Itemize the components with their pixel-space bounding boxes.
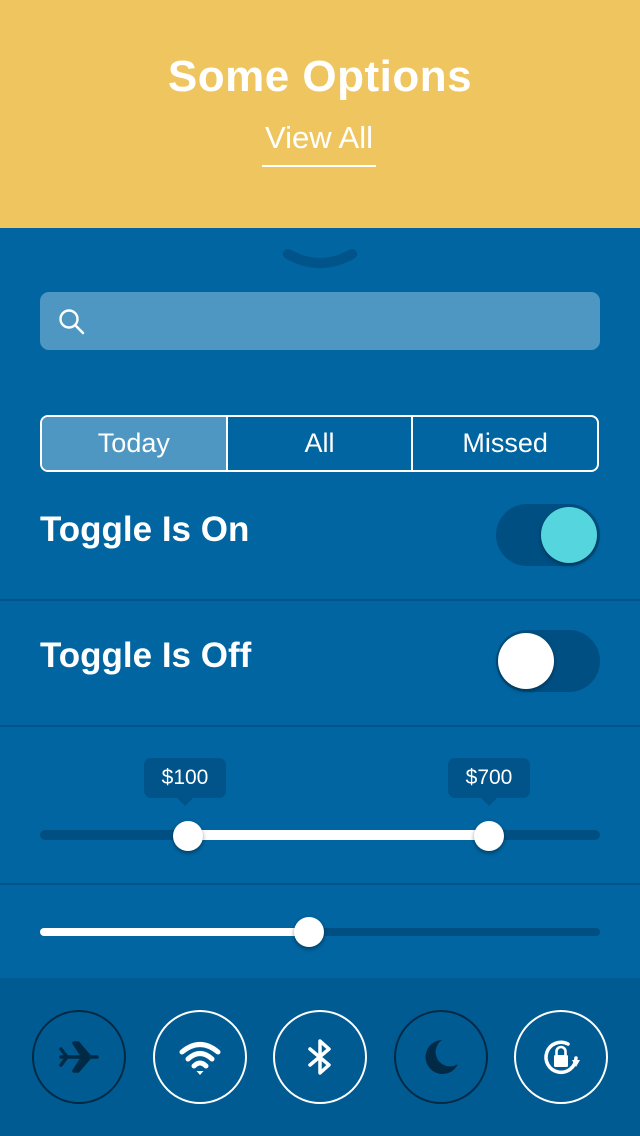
divider: [0, 599, 640, 601]
toggle-knob: [541, 507, 597, 563]
bluetooth-icon: [308, 1039, 331, 1075]
segment-today[interactable]: Today: [42, 417, 228, 470]
header: Some Options View All: [0, 0, 640, 228]
bluetooth-button[interactable]: [273, 1010, 367, 1104]
toggle-on-switch[interactable]: [496, 504, 600, 566]
range-slider-min-thumb[interactable]: [173, 821, 203, 851]
slider-fill: [40, 928, 309, 936]
chevron-down-icon[interactable]: [282, 248, 358, 270]
wifi-button[interactable]: [153, 1010, 247, 1104]
toggle-off-switch[interactable]: [496, 630, 600, 692]
moon-icon: [425, 1040, 458, 1074]
do-not-disturb-button[interactable]: [394, 1010, 488, 1104]
search-icon: [59, 309, 85, 335]
segment-all[interactable]: All: [228, 417, 414, 470]
airplane-icon: [59, 1041, 99, 1073]
page-title: Some Options: [167, 52, 473, 101]
range-slider-fill: [188, 830, 489, 840]
range-slider-track[interactable]: [40, 830, 600, 840]
divider: [0, 725, 640, 727]
toggle-knob: [498, 633, 554, 689]
toggle-off-label: Toggle Is Off: [40, 636, 252, 675]
airplane-mode-button[interactable]: [32, 1010, 126, 1104]
range-min-tooltip: $100: [144, 758, 226, 806]
slider-thumb[interactable]: [294, 917, 324, 947]
range-slider-max-thumb[interactable]: [474, 821, 504, 851]
wifi-icon: [179, 1042, 221, 1075]
divider: [0, 883, 640, 885]
range-max-tooltip: $700: [448, 758, 530, 806]
rotation-lock-icon: [544, 1040, 580, 1075]
search-bar[interactable]: [40, 292, 600, 350]
rotation-lock-button[interactable]: [514, 1010, 608, 1104]
toggle-on-label: Toggle Is On: [40, 510, 250, 549]
segmented-control: Today All Missed: [40, 415, 599, 472]
view-all-link[interactable]: View All: [262, 120, 376, 167]
segment-missed[interactable]: Missed: [413, 417, 597, 470]
search-input[interactable]: [102, 292, 582, 350]
